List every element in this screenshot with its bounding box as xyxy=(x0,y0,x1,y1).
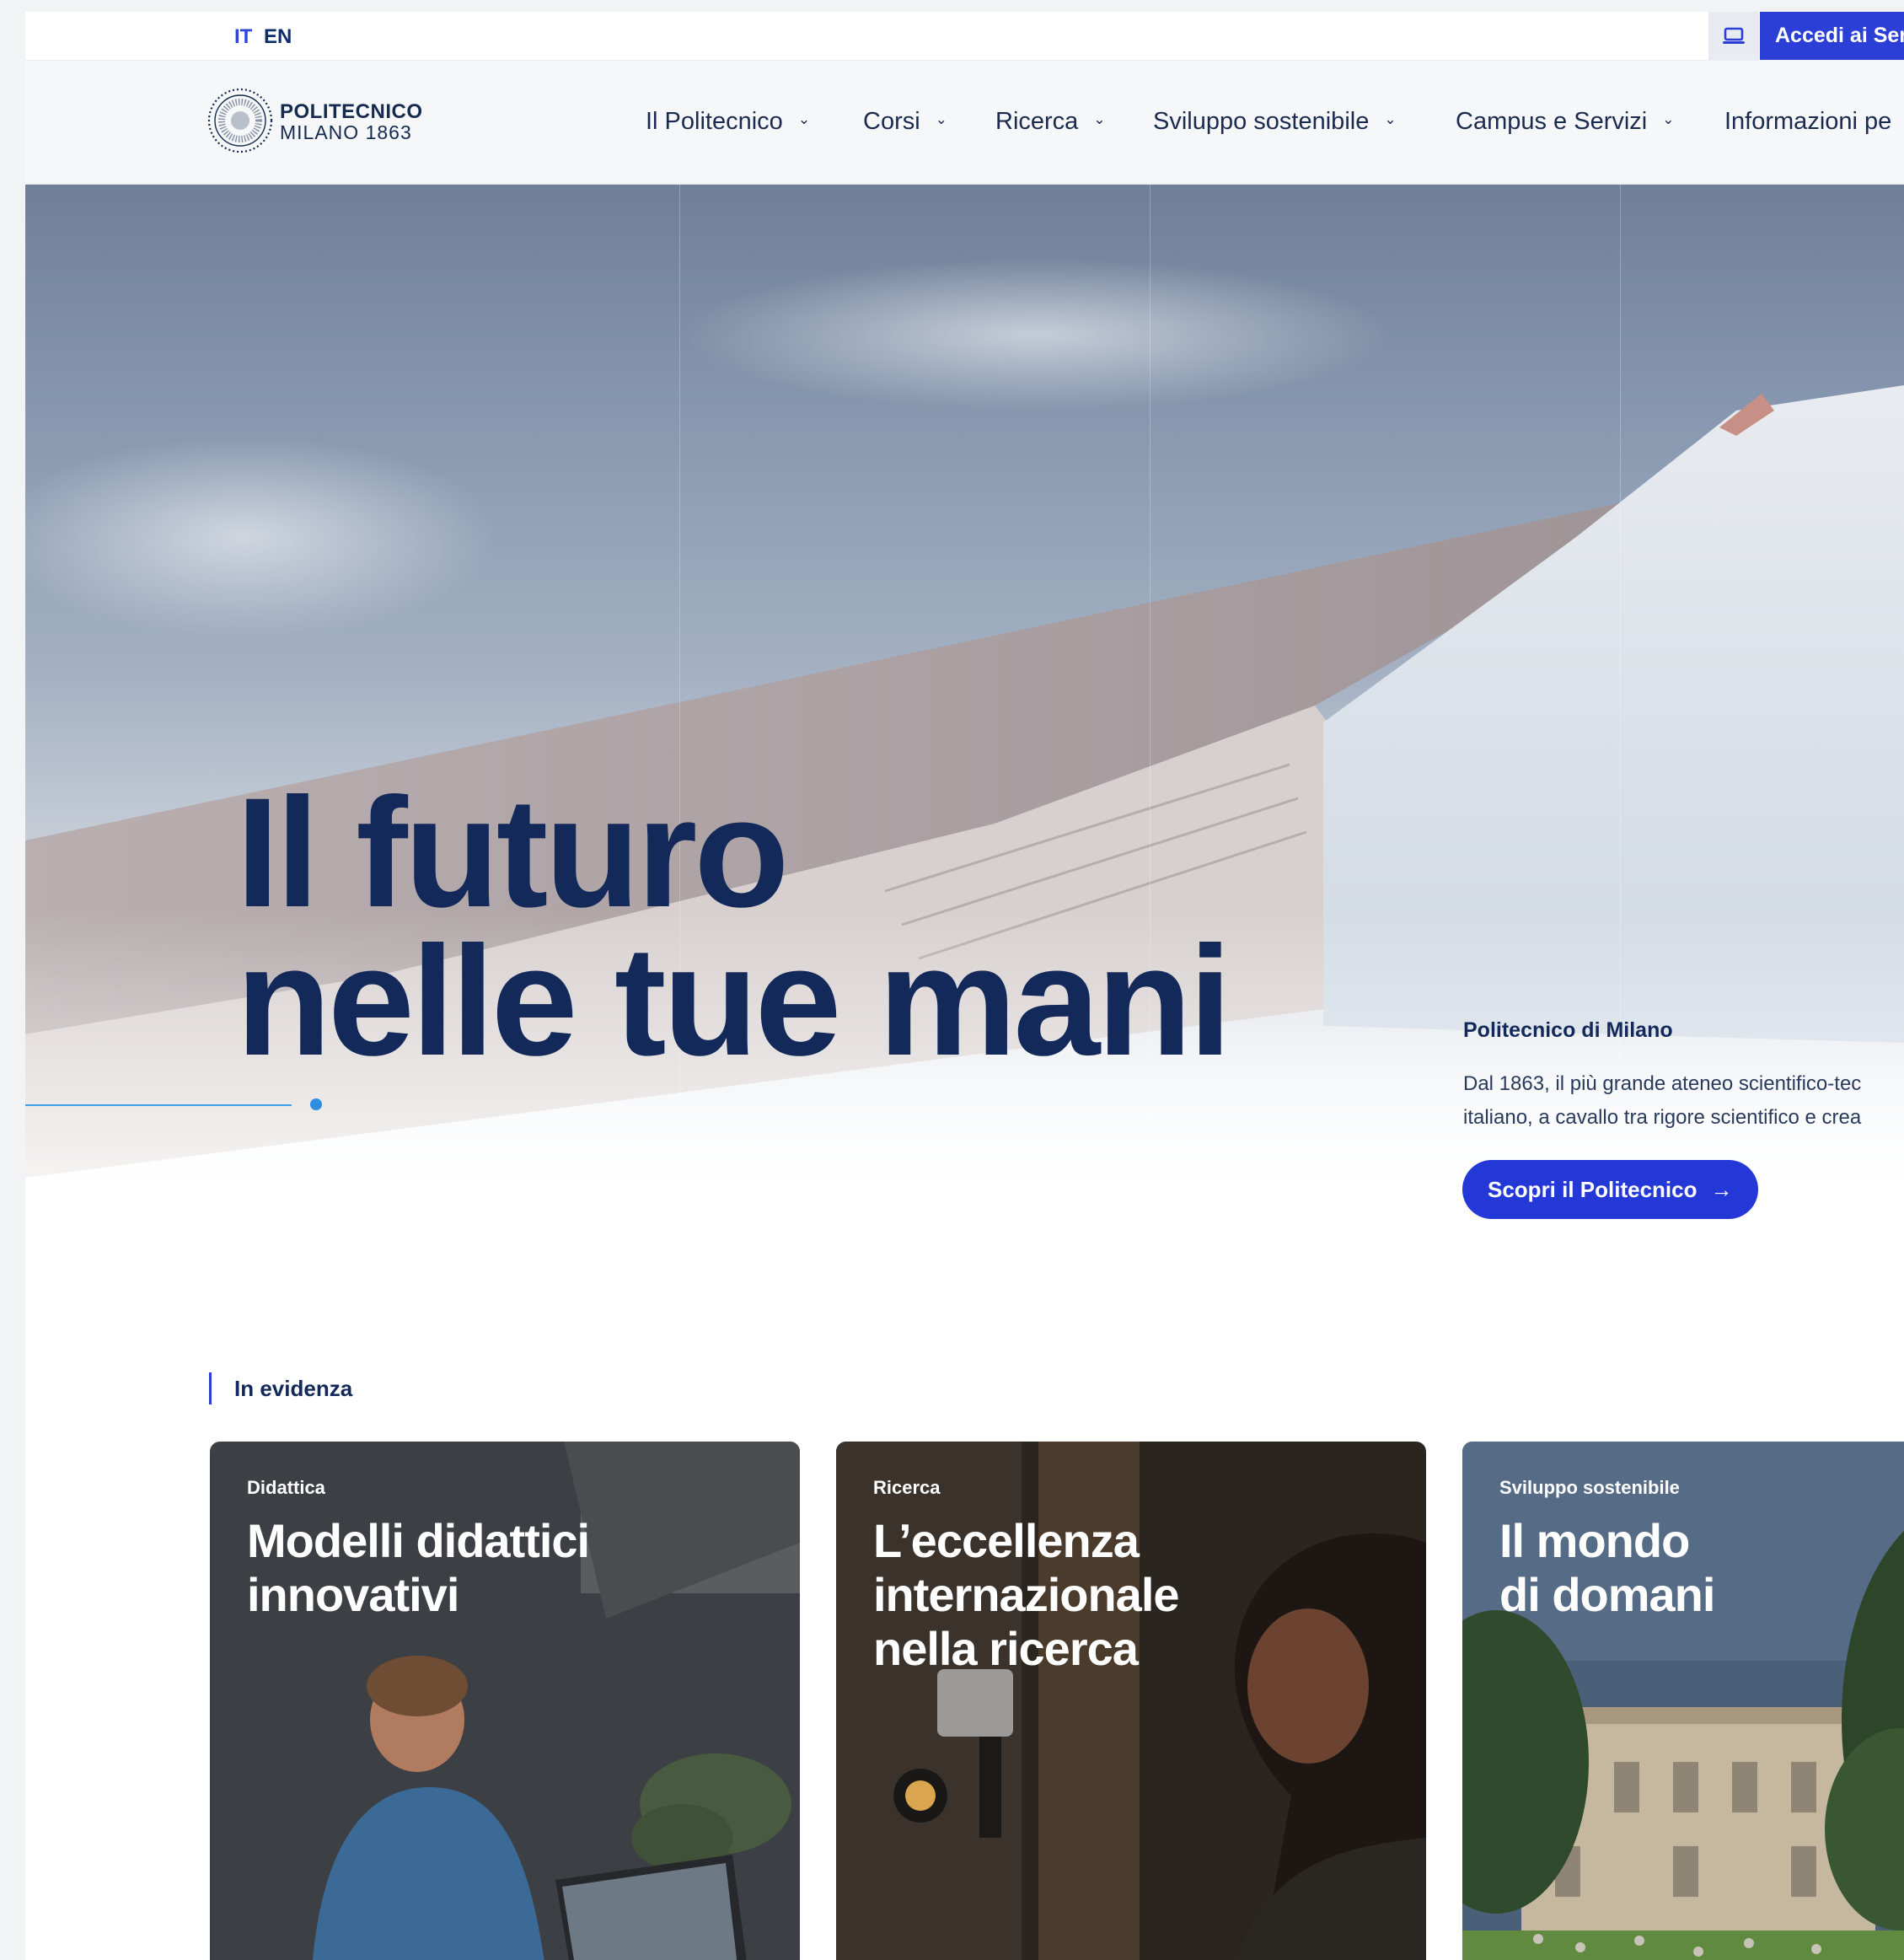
logo-line-1: POLITECNICO xyxy=(280,100,423,123)
card-category: Sviluppo sostenibile xyxy=(1499,1477,1680,1498)
hero-accent-dot xyxy=(310,1098,322,1110)
page: IT EN Accedi ai Ser POLITECNICO MILANO 1… xyxy=(25,12,1904,1960)
language-en-link[interactable]: EN xyxy=(264,25,292,49)
card-title: Il mondo di domani xyxy=(1499,1514,1715,1621)
featured-card-sviluppo-sostenibile[interactable]: Sviluppo sostenibile Il mondo di domani xyxy=(1462,1442,1904,1960)
nav-item-informazioni-per[interactable]: Informazioni pe xyxy=(1724,108,1891,136)
chevron-down-icon: ⌄ xyxy=(935,111,947,128)
services-laptop-button[interactable] xyxy=(1708,12,1759,60)
logo-seal-icon[interactable] xyxy=(207,88,273,153)
hero-title: Il futuro nelle tue mani xyxy=(236,776,1232,1080)
card-category: Ricerca xyxy=(873,1477,941,1498)
nav-item-il-politecnico[interactable]: Il Politecnico ⌄ xyxy=(646,108,810,136)
language-it-link[interactable]: IT xyxy=(234,25,252,49)
featured-card-ricerca[interactable]: Ricerca L’eccellenza internazionale nell… xyxy=(836,1442,1426,1960)
nav-item-label: Corsi xyxy=(863,108,920,135)
chevron-down-icon: ⌄ xyxy=(797,111,811,128)
chevron-down-icon: ⌄ xyxy=(1662,111,1675,128)
card-category: Didattica xyxy=(247,1477,325,1498)
logo-wordmark[interactable]: POLITECNICO MILANO 1863 xyxy=(280,101,423,143)
main-navigation: POLITECNICO MILANO 1863 Il Politecnico ⌄ … xyxy=(25,61,1904,185)
access-services-button[interactable]: Accedi ai Ser xyxy=(1760,12,1904,60)
hero-intro-text: Dal 1863, il più grande ateneo scientifi… xyxy=(1463,1067,1904,1135)
chevron-down-icon: ⌄ xyxy=(1093,111,1106,128)
hero-intro-line-2: italiano, a cavallo tra rigore scientifi… xyxy=(1463,1106,1862,1129)
nav-item-sviluppo-sostenibile[interactable]: Sviluppo sostenibile ⌄ xyxy=(1153,108,1397,136)
utility-bar: IT EN Accedi ai Ser xyxy=(25,12,1904,61)
discover-politecnico-button[interactable]: Scopri il Politecnico → xyxy=(1462,1160,1758,1219)
grid-line xyxy=(679,183,680,1275)
nav-item-label: Il Politecnico xyxy=(646,108,783,135)
nav-item-campus-e-servizi[interactable]: Campus e Servizi ⌄ xyxy=(1456,108,1675,136)
laptop-icon xyxy=(1723,27,1745,44)
nav-item-ricerca[interactable]: Ricerca ⌄ xyxy=(995,108,1106,136)
chevron-down-icon: ⌄ xyxy=(1384,111,1397,128)
hero-title-line-2: nelle tue mani xyxy=(236,915,1232,1088)
nav-item-label: Sviluppo sostenibile xyxy=(1153,108,1370,135)
nav-item-corsi[interactable]: Corsi ⌄ xyxy=(863,108,947,136)
nav-item-label: Ricerca xyxy=(995,108,1079,135)
cta-label: Scopri il Politecnico xyxy=(1488,1176,1698,1202)
arrow-right-icon: → xyxy=(1710,1176,1733,1202)
hero-intro-line-1: Dal 1863, il più grande ateneo scientifi… xyxy=(1463,1072,1862,1095)
featured-card-didattica[interactable]: Didattica Modelli didattici innovativi xyxy=(210,1442,800,1960)
hero-accent-line xyxy=(25,1104,292,1106)
nav-item-label: Informazioni pe xyxy=(1724,108,1892,135)
card-title: L’eccellenza internazionale nella ricerc… xyxy=(873,1514,1180,1675)
nav-item-label: Campus e Servizi xyxy=(1456,108,1648,135)
section-marker xyxy=(209,1372,212,1404)
hero-intro-title: Politecnico di Milano xyxy=(1463,1018,1673,1042)
featured-section-title: In evidenza xyxy=(234,1376,353,1401)
logo-line-2: MILANO 1863 xyxy=(280,121,412,143)
card-title: Modelli didattici innovativi xyxy=(247,1514,590,1621)
